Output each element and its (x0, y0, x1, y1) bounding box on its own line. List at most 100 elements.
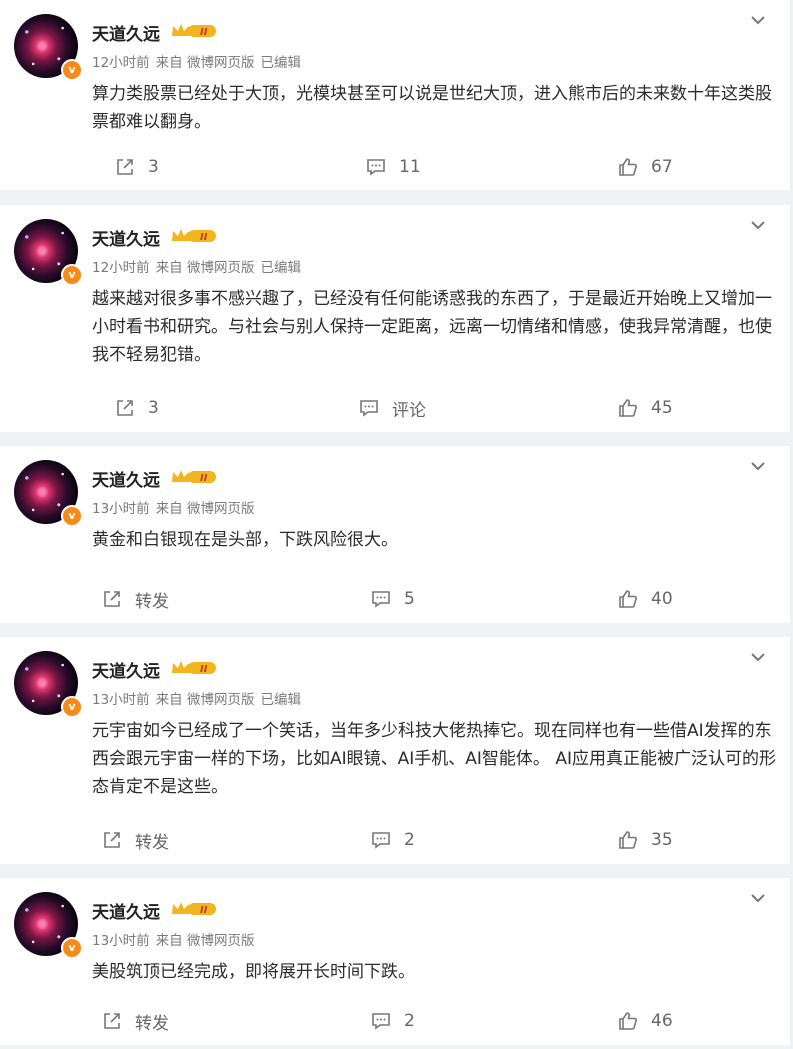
svg-text:II: II (200, 664, 208, 675)
post-meta: 13小时前 来自 微博网页版 (92, 497, 260, 517)
post-time[interactable]: 12小时前 (92, 55, 150, 71)
post-time[interactable]: 13小时前 (92, 692, 150, 708)
comment-icon (360, 400, 378, 417)
post-text: 算力类股票已经处于大顶，光模块甚至可以说是世纪大顶，进入熊市后的未来数十年这类股… (92, 84, 772, 132)
author-name[interactable]: 天道久远 (92, 898, 160, 923)
action-bar: 转发 2 35 (0, 825, 790, 855)
comment-icon (372, 832, 390, 849)
comment-button[interactable]: 2 (370, 1006, 415, 1036)
like-count: 45 (651, 398, 673, 418)
chevron-down-icon[interactable] (748, 456, 768, 476)
repost-count: 3 (148, 398, 159, 418)
action-bar: 3 11 67 (0, 152, 790, 182)
repost-icon (104, 832, 120, 848)
like-button[interactable]: 35 (617, 825, 673, 855)
repost-button[interactable]: 3 (114, 393, 159, 423)
post-source: 来自 微博网页版 (155, 55, 255, 71)
repost-icon (117, 159, 133, 175)
avatar[interactable]: v (14, 892, 83, 959)
comment-button[interactable]: 2 (370, 825, 415, 855)
like-icon (619, 831, 637, 849)
post-meta: 12小时前 来自 微博网页版 已编辑 (92, 256, 307, 276)
chevron-down-icon[interactable] (748, 215, 768, 235)
repost-label: 转发 (135, 591, 169, 612)
post-time[interactable]: 13小时前 (92, 501, 150, 517)
weibo-feed: v 天道久远 II 12小时前 来自 微博网页版 已编辑 算力类股票已经处于大顶，光… (0, 0, 793, 1049)
crown-level-icon: II (172, 470, 216, 484)
author-name[interactable]: 天道久远 (92, 20, 160, 45)
action-bar: 转发 2 46 (0, 1006, 790, 1036)
comment-icon (372, 1013, 390, 1030)
like-count: 35 (651, 830, 673, 850)
chevron-down-icon[interactable] (748, 647, 768, 667)
repost-button[interactable]: 转发 (101, 825, 169, 855)
post-source: 来自 微博网页版 (155, 501, 255, 517)
like-button[interactable]: 45 (617, 393, 673, 423)
action-bar: 3 评论 45 (0, 393, 790, 423)
chevron-down-icon[interactable] (748, 10, 768, 30)
chevron-down-icon[interactable] (748, 888, 768, 908)
post-text: 元宇宙如今已经成了一个笑话，当年多少科技大佬热捧它。现在同样也有一些借AI发挥的… (92, 721, 776, 797)
comment-button[interactable]: 评论 (358, 393, 426, 423)
post-source: 来自 微博网页版 (155, 933, 255, 949)
post-time[interactable]: 12小时前 (92, 260, 150, 276)
post-card: v 天道久远 II 13小时前 来自 微博网页版 美股筑顶已经完成，即将展开长时间… (0, 878, 790, 1045)
comment-icon (367, 159, 385, 176)
avatar[interactable]: v (14, 219, 83, 286)
like-button[interactable]: 67 (617, 152, 673, 182)
verified-badge-icon: v (61, 59, 83, 81)
post-text: 越来越对很多事不感兴趣了，已经没有任何能诱惑我的东西了，于是最近开始晚上又增加一… (92, 289, 772, 365)
post-source: 来自 微博网页版 (155, 260, 255, 276)
author-name[interactable]: 天道久远 (92, 225, 160, 250)
post-card: v 天道久远 II 13小时前 来自 微博网页版 黄金和白银现在是头部，下跌风险很… (0, 446, 790, 623)
post-card: v 天道久远 II 13小时前 来自 微博网页版 已编辑 元宇宙如今已经成了一个笑话… (0, 637, 790, 864)
comment-icon (372, 591, 390, 608)
post-meta: 12小时前 来自 微博网页版 已编辑 (92, 51, 307, 71)
post-time[interactable]: 13小时前 (92, 933, 150, 949)
crown-level-icon: II (172, 24, 216, 38)
comment-count: 评论 (392, 400, 426, 421)
crown-level-icon: II (172, 661, 216, 675)
comment-count: 2 (404, 830, 415, 850)
like-icon (619, 399, 637, 417)
crown-level-icon: II (172, 902, 216, 916)
comment-button[interactable]: 11 (365, 152, 421, 182)
comment-count: 5 (404, 589, 415, 609)
repost-icon (117, 400, 133, 416)
repost-icon (104, 591, 120, 607)
avatar[interactable]: v (14, 460, 83, 527)
like-icon (619, 590, 637, 608)
like-button[interactable]: 40 (617, 584, 673, 614)
like-count: 46 (651, 1011, 673, 1031)
svg-text:II: II (200, 905, 208, 916)
like-button[interactable]: 46 (617, 1006, 673, 1036)
verified-badge-icon: v (61, 505, 83, 527)
like-icon (619, 158, 637, 176)
post-card: v 天道久远 II 12小时前 来自 微博网页版 已编辑 越来越对很多事不感兴趣了，… (0, 205, 790, 432)
post-meta: 13小时前 来自 微博网页版 (92, 929, 260, 949)
repost-label: 转发 (135, 832, 169, 853)
comment-button[interactable]: 5 (370, 584, 415, 614)
edited-label: 已编辑 (260, 692, 301, 708)
author-name[interactable]: 天道久远 (92, 657, 160, 682)
repost-icon (104, 1013, 120, 1029)
comment-count: 11 (399, 157, 421, 177)
post-text: 黄金和白银现在是头部，下跌风险很大。 (92, 530, 398, 550)
author-name[interactable]: 天道久远 (92, 466, 160, 491)
like-icon (619, 1012, 637, 1030)
svg-text:II: II (200, 473, 208, 484)
post-text: 美股筑顶已经完成，即将展开长时间下跌。 (92, 962, 415, 982)
like-count: 40 (651, 589, 673, 609)
post-card: v 天道久远 II 12小时前 来自 微博网页版 已编辑 算力类股票已经处于大顶，光… (0, 0, 790, 190)
post-source: 来自 微博网页版 (155, 692, 255, 708)
avatar[interactable]: v (14, 14, 83, 81)
repost-button[interactable]: 转发 (101, 584, 169, 614)
repost-button[interactable]: 3 (114, 152, 159, 182)
svg-text:II: II (200, 232, 208, 243)
repost-button[interactable]: 转发 (101, 1006, 169, 1036)
post-meta: 13小时前 来自 微博网页版 已编辑 (92, 688, 307, 708)
edited-label: 已编辑 (260, 55, 301, 71)
crown-level-icon: II (172, 229, 216, 243)
avatar[interactable]: v (14, 651, 83, 718)
action-bar: 转发 5 40 (0, 584, 790, 614)
